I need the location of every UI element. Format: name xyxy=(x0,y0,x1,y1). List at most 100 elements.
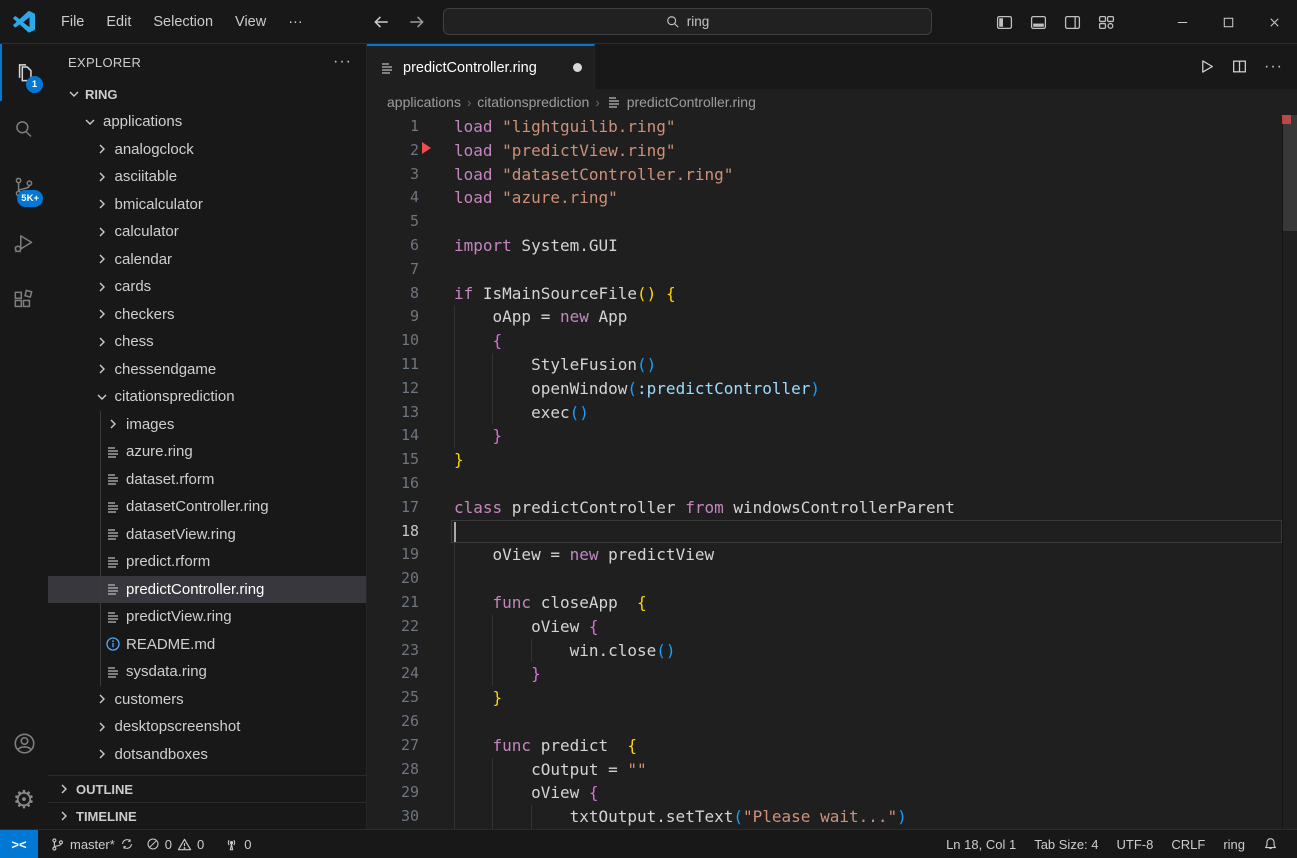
menu-file[interactable]: File xyxy=(50,10,95,34)
text-cursor xyxy=(454,522,456,542)
search-icon xyxy=(11,117,37,143)
code-editor[interactable]: 1load "lightguilib.ring"2load "predictVi… xyxy=(367,115,1297,829)
toggle-panel-icon[interactable] xyxy=(1030,14,1047,31)
remote-indicator[interactable]: >< xyxy=(0,830,38,858)
timeline-section[interactable]: TIMELINE xyxy=(48,802,366,829)
tab-predictcontroller[interactable]: predictController.ring xyxy=(367,44,595,89)
file-tree: applications analogclockasciitable bmicalc… xyxy=(48,108,366,768)
tree-item-label: datasetController.ring xyxy=(126,498,269,515)
tree-item-checkers[interactable]: checkers xyxy=(48,301,366,329)
outline-section[interactable]: OUTLINE xyxy=(48,775,366,802)
tree-item-sysdata-ring[interactable]: sysdata.ring xyxy=(48,658,366,686)
indent-guide xyxy=(454,639,455,663)
tree-item-datasetview-ring[interactable]: datasetView.ring xyxy=(48,521,366,549)
chevron-right-icon xyxy=(94,279,110,295)
tree-item-predictview-ring[interactable]: predictView.ring xyxy=(48,603,366,631)
file-icon xyxy=(105,471,121,487)
tree-item-datasetcontroller-ring[interactable]: datasetController.ring xyxy=(48,493,366,521)
tree-item-dotsandboxes[interactable]: dotsandboxes xyxy=(48,741,366,769)
branch-status[interactable]: master* xyxy=(44,830,140,858)
tree-item-bmicalculator[interactable]: bmicalculator xyxy=(48,191,366,219)
language-mode-status[interactable]: ring xyxy=(1214,830,1254,858)
editor-more-actions-icon[interactable]: ··· xyxy=(1264,59,1283,75)
menu-edit[interactable]: Edit xyxy=(95,10,142,34)
breadcrumb-separator-icon: › xyxy=(595,95,599,110)
tree-item-label: citationsprediction xyxy=(115,388,235,405)
line-number: 5 xyxy=(367,210,419,234)
line-number: 3 xyxy=(367,163,419,187)
tree-item-label: customers xyxy=(115,691,184,708)
line-number: 6 xyxy=(367,234,419,258)
command-center-search[interactable]: ring xyxy=(443,8,932,35)
activity-source-control-button[interactable]: 5K+ xyxy=(0,158,48,215)
breadcrumb-item[interactable]: applications xyxy=(387,94,461,110)
code-line-13: 13 exec() xyxy=(367,401,1297,425)
activity-account-button[interactable] xyxy=(0,715,48,772)
code-line-8: 8if IsMainSourceFile() { xyxy=(367,282,1297,306)
tree-item-label: applications xyxy=(103,113,182,130)
encoding-status[interactable]: UTF-8 xyxy=(1108,830,1163,858)
eol-status[interactable]: CRLF xyxy=(1162,830,1214,858)
toggle-primary-sidebar-icon[interactable] xyxy=(996,14,1013,31)
activity-extensions-button[interactable] xyxy=(0,272,48,329)
tree-item-label: bmicalculator xyxy=(115,196,203,213)
toggle-secondary-sidebar-icon[interactable] xyxy=(1064,14,1081,31)
menu-selection[interactable]: Selection xyxy=(142,10,224,34)
tree-item-analogclock[interactable]: analogclock xyxy=(48,136,366,164)
tree-item-chessendgame[interactable]: chessendgame xyxy=(48,356,366,384)
indent-guide xyxy=(454,567,455,591)
tree-item-predict-rform[interactable]: predict.rform xyxy=(48,548,366,576)
breadcrumb-item[interactable]: predictController.ring xyxy=(606,94,756,110)
indent-guide xyxy=(454,305,455,329)
indent-guide xyxy=(454,686,455,710)
breadcrumb-item[interactable]: citationsprediction xyxy=(477,94,589,110)
split-editor-button[interactable] xyxy=(1231,58,1248,75)
indentation-status[interactable]: Tab Size: 4 xyxy=(1025,830,1107,858)
unsaved-changes-dot[interactable] xyxy=(573,63,582,72)
activity-explorer-button[interactable]: 1 xyxy=(0,44,48,101)
ports-status[interactable]: 0 xyxy=(218,830,257,858)
close-icon xyxy=(1267,15,1282,30)
nav-forward-button[interactable] xyxy=(404,9,430,35)
close-window-button[interactable] xyxy=(1251,0,1297,44)
indent-guide xyxy=(531,805,532,829)
minimize-button[interactable] xyxy=(1159,0,1205,44)
customize-layout-icon[interactable] xyxy=(1098,14,1115,31)
tree-item-citationsprediction[interactable]: citationsprediction xyxy=(48,383,366,411)
tree-item-desktopscreenshot[interactable]: desktopscreenshot xyxy=(48,713,366,741)
run-file-button[interactable] xyxy=(1198,58,1215,75)
notifications-bell-button[interactable] xyxy=(1254,830,1287,858)
tree-item-asciitable[interactable]: asciitable xyxy=(48,163,366,191)
cursor-position-status[interactable]: Ln 18, Col 1 xyxy=(937,830,1025,858)
explorer-more-actions-icon[interactable]: ··· xyxy=(333,54,352,70)
tree-item-calculator[interactable]: calculator xyxy=(48,218,366,246)
activity-run-debug-button[interactable] xyxy=(0,215,48,272)
tree-item-applications[interactable]: applications xyxy=(48,108,366,136)
tree-item-images[interactable]: images xyxy=(48,411,366,439)
indent-guide xyxy=(454,710,455,734)
problems-status[interactable]: 0 0 xyxy=(140,830,210,858)
sync-icon xyxy=(120,837,134,851)
tree-item-cards[interactable]: cards xyxy=(48,273,366,301)
tree-item-dataset-rform[interactable]: dataset.rform xyxy=(48,466,366,494)
tree-item-customers[interactable]: customers xyxy=(48,686,366,714)
search-icon xyxy=(666,15,680,29)
tree-item-predictcontroller-ring[interactable]: predictController.ring xyxy=(48,576,366,604)
tree-item-azure-ring[interactable]: azure.ring xyxy=(48,438,366,466)
explorer-sidebar: EXPLORER ··· RING applicationsanalogcloc… xyxy=(48,44,367,829)
nav-back-button[interactable] xyxy=(368,9,394,35)
indent-guide xyxy=(454,662,455,686)
workspace-section-ring[interactable]: RING xyxy=(48,80,366,108)
activity-search-button[interactable] xyxy=(0,101,48,158)
activity-settings-button[interactable]: ⚙ xyxy=(0,772,48,829)
indent-guide xyxy=(492,377,493,401)
menu-bar: FileEditSelectionView··· xyxy=(50,0,314,44)
editor-scrollbar[interactable] xyxy=(1283,115,1297,231)
code-line-16: 16 xyxy=(367,472,1297,496)
tree-item-calendar[interactable]: calendar xyxy=(48,246,366,274)
menu-view[interactable]: View xyxy=(224,10,277,34)
menu-more[interactable]: ··· xyxy=(277,10,314,34)
tree-item-chess[interactable]: chess xyxy=(48,328,366,356)
maximize-button[interactable] xyxy=(1205,0,1251,44)
tree-item-readme-md[interactable]: README.md xyxy=(48,631,366,659)
